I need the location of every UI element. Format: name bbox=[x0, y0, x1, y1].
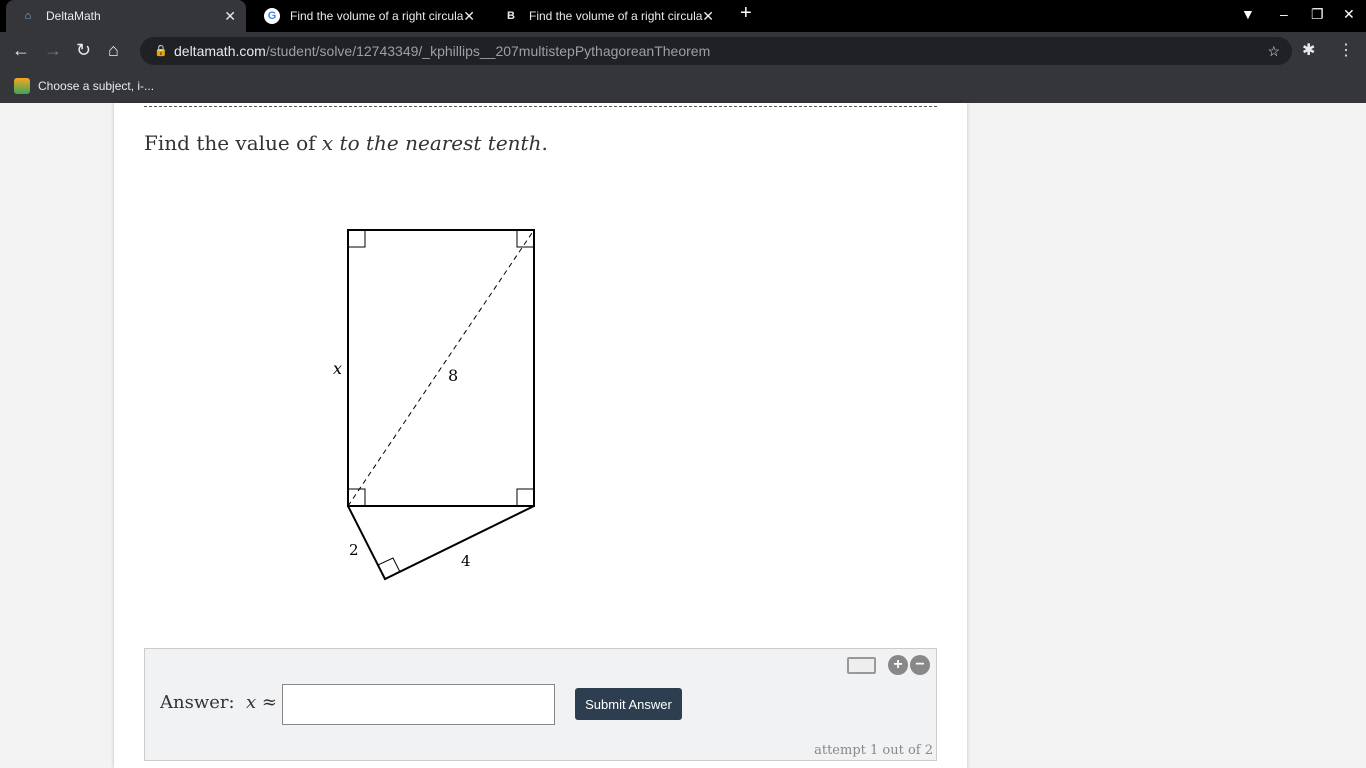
close-tab-icon[interactable]: ✕ bbox=[463, 8, 475, 25]
zoom-out-icon[interactable]: − bbox=[910, 655, 930, 675]
cube-icon bbox=[14, 78, 30, 94]
google-icon: G bbox=[264, 8, 280, 24]
tab-search-icon[interactable]: ▼ bbox=[1241, 6, 1255, 22]
new-tab-icon[interactable]: + bbox=[740, 2, 752, 25]
bookmarks-bar: Choose a subject, i-... bbox=[0, 70, 1366, 103]
star-icon[interactable]: ☆ bbox=[1267, 37, 1280, 65]
reload-icon[interactable]: ↻ bbox=[76, 40, 91, 61]
answer-area: + − Answer: x ≈ Submit Answer attempt 1 … bbox=[144, 648, 937, 761]
deltamath-icon: ⌂ bbox=[24, 10, 32, 22]
tab-deltamath[interactable]: ⌂ DeltaMath ✕ bbox=[6, 0, 246, 32]
attempt-counter: attempt 1 out of 2 bbox=[814, 743, 933, 758]
menu-icon[interactable]: ⋮ bbox=[1338, 40, 1354, 60]
extensions-icon[interactable]: ✱ bbox=[1302, 40, 1315, 60]
close-tab-icon[interactable]: ✕ bbox=[702, 8, 714, 25]
keyboard-icon[interactable] bbox=[847, 657, 876, 674]
close-window-icon[interactable]: ✕ bbox=[1343, 6, 1355, 23]
problem-panel: Find the value of x to the nearest tenth… bbox=[114, 103, 967, 768]
back-icon[interactable]: ← bbox=[12, 40, 30, 61]
forward-icon[interactable]: → bbox=[44, 40, 62, 61]
brainly-icon: B bbox=[507, 10, 515, 22]
question-text: Find the value of x to the nearest tenth… bbox=[144, 131, 548, 155]
bookmark-item[interactable]: Choose a subject, i-... bbox=[14, 78, 154, 94]
divider bbox=[144, 106, 937, 107]
restore-icon[interactable]: ❐ bbox=[1311, 6, 1324, 23]
submit-answer-button[interactable]: Submit Answer bbox=[575, 688, 682, 720]
minimize-icon[interactable]: – bbox=[1280, 6, 1288, 22]
tab-brainly[interactable]: B Find the volume of a right circula ✕ bbox=[489, 0, 724, 32]
answer-label: Answer: x ≈ bbox=[160, 692, 277, 713]
address-bar[interactable]: 🔒 deltamath.com/student/solve/12743349/_k… bbox=[140, 37, 1292, 65]
lock-icon: 🔒 bbox=[154, 45, 168, 57]
tab-google[interactable]: G Find the volume of a right circula ✕ bbox=[250, 0, 485, 32]
tab-bar: ⌂ DeltaMath ✕ G Find the volume of a right … bbox=[0, 0, 1366, 32]
answer-input[interactable] bbox=[282, 684, 555, 725]
close-tab-icon[interactable]: ✕ bbox=[224, 8, 236, 25]
home-icon[interactable]: ⌂ bbox=[108, 40, 119, 61]
zoom-in-icon[interactable]: + bbox=[888, 655, 908, 675]
